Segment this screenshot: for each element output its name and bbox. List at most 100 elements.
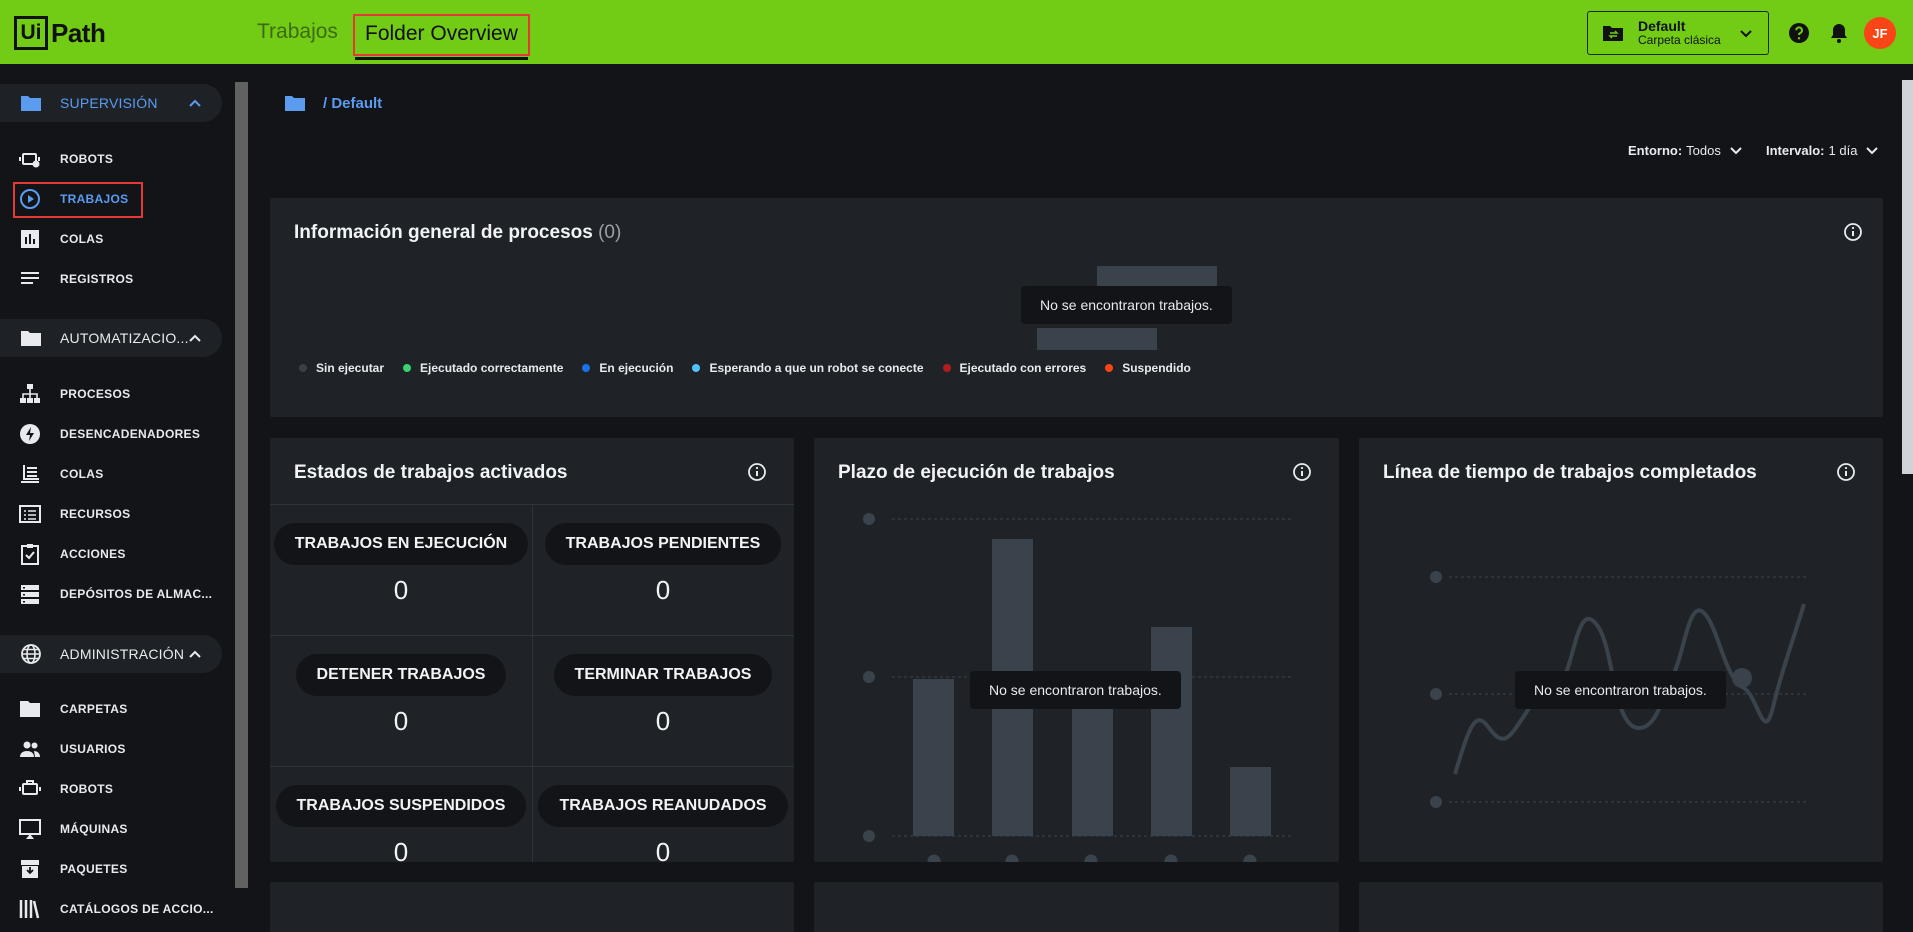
interval-filter[interactable]: Intervalo: 1 día — [1766, 143, 1879, 158]
queue-icon — [21, 465, 39, 483]
robot-icon — [19, 153, 40, 168]
sidebar-item-acciones[interactable]: ACCIONES — [0, 536, 222, 572]
card-partial — [270, 882, 794, 932]
logo-text: Path — [51, 17, 106, 48]
package-icon — [21, 860, 39, 878]
state-cell-resumed[interactable]: TRABAJOS REANUDADOS 0 — [532, 785, 794, 868]
duration-card: Plazo de ejecución de trabajos No se enc… — [814, 438, 1339, 862]
sidebar-item-robots[interactable]: ROBOTS — [0, 141, 222, 177]
uipath-logo[interactable]: Ui Path — [14, 16, 106, 50]
legend-item: Esperando a que un robot se conecte — [692, 361, 924, 375]
state-label: TERMINAR TRABAJOS — [553, 654, 773, 696]
section-administracion[interactable]: ADMINISTRACIÓN — [0, 635, 222, 673]
sidebar-item-usuarios[interactable]: USUARIOS — [0, 731, 222, 767]
timeline-card: Línea de tiempo de trabajos completados … — [1359, 438, 1883, 862]
status-legend: Sin ejecutar Ejecutado correctamente En … — [299, 361, 1210, 375]
sidebar-item-label: REGISTROS — [60, 272, 134, 286]
sidebar-item-robots-admin[interactable]: ROBOTS — [0, 771, 222, 807]
monitor-icon — [19, 819, 41, 839]
tab-trabajos[interactable]: Trabajos — [257, 20, 338, 44]
sidebar-item-label: MÁQUINAS — [60, 822, 128, 836]
empty-state-message: No se encontraron trabajos. — [1021, 286, 1232, 324]
empty-state-message: No se encontraron trabajos. — [970, 671, 1181, 709]
legend-item: Suspendido — [1105, 361, 1191, 375]
users-icon — [20, 741, 40, 757]
sidebar-item-label: DESENCADENADORES — [60, 427, 201, 441]
sidebar-item-paquetes[interactable]: PAQUETES — [0, 851, 222, 887]
sidebar-item-label: DEPÓSITOS DE ALMAC... — [60, 587, 213, 601]
state-value: 0 — [655, 575, 671, 605]
sidebar-item-procesos[interactable]: PROCESOS — [0, 376, 222, 412]
main-content: / Default Entorno: Todos Intervalo: 1 dí… — [250, 64, 1913, 932]
sidebar-item-label: USUARIOS — [60, 742, 126, 756]
sidebar-item-recursos[interactable]: RECURSOS — [0, 496, 222, 532]
state-cell-stop[interactable]: DETENER TRABAJOS 0 — [270, 654, 532, 737]
chevron-down-icon — [1866, 146, 1879, 154]
state-cell-pending[interactable]: TRABAJOS PENDIENTES 0 — [532, 523, 794, 606]
main-scrollbar[interactable] — [1902, 80, 1913, 474]
chevron-up-icon — [189, 99, 201, 107]
folder-switch-icon — [1603, 26, 1623, 41]
sidebar-item-colas[interactable]: COLAS — [0, 221, 222, 257]
job-states-title: Estados de trabajos activados — [294, 462, 568, 483]
sidebar-item-registros[interactable]: REGISTROS — [0, 261, 222, 297]
state-cell-running[interactable]: TRABAJOS EN EJECUCIÓN 0 — [270, 523, 532, 606]
chevron-up-icon — [189, 650, 201, 658]
state-label: DETENER TRABAJOS — [295, 654, 507, 696]
state-value: 0 — [393, 575, 409, 605]
info-icon[interactable] — [1843, 222, 1863, 242]
card-partial — [1359, 882, 1883, 932]
folder-type: Carpeta clásica — [1638, 33, 1721, 47]
sidebar-scrollbar[interactable] — [235, 82, 248, 888]
info-icon[interactable] — [747, 462, 767, 482]
process-overview-card: Información general de procesos (0) No s… — [270, 198, 1883, 417]
state-label: TRABAJOS REANUDADOS — [538, 785, 788, 827]
sidebar-item-desencadenadores[interactable]: DESENCADENADORES — [0, 416, 222, 452]
tab-folder-overview-label: Folder Overview — [365, 22, 518, 45]
sidebar-item-catalogos[interactable]: CATÁLOGOS DE ACCIO... — [0, 891, 222, 927]
list-icon — [21, 272, 39, 284]
folder-icon — [21, 96, 41, 111]
sidebar-item-label: COLAS — [60, 232, 104, 246]
sidebar: SUPERVISIÓN ROBOTS TRABAJOS COLAS REGIST… — [0, 64, 250, 932]
sidebar-item-maquinas[interactable]: MÁQUINAS — [0, 811, 222, 847]
legend-item: Ejecutado correctamente — [403, 361, 563, 375]
state-cell-suspended[interactable]: TRABAJOS SUSPENDIDOS 0 — [270, 785, 532, 868]
sidebar-item-depositos[interactable]: DEPÓSITOS DE ALMAC... — [0, 576, 222, 612]
environment-filter[interactable]: Entorno: Todos — [1628, 143, 1743, 158]
state-cell-terminate[interactable]: TERMINAR TRABAJOS 0 — [532, 654, 794, 737]
placeholder-bar — [1097, 266, 1217, 288]
sidebar-item-label: COLAS — [60, 467, 104, 481]
clipboard-check-icon — [21, 544, 39, 565]
help-icon[interactable] — [1787, 21, 1811, 45]
breadcrumb-folder[interactable]: / Default — [323, 95, 382, 112]
user-avatar[interactable]: JF — [1864, 17, 1896, 49]
bell-icon[interactable] — [1827, 21, 1851, 45]
sidebar-item-label: PROCESOS — [60, 387, 131, 401]
sidebar-item-carpetas[interactable]: CARPETAS — [0, 691, 222, 727]
chevron-up-icon — [189, 334, 201, 342]
tab-folder-overview[interactable]: Folder Overview — [353, 14, 530, 60]
section-supervision[interactable]: SUPERVISIÓN — [0, 84, 222, 122]
card-partial — [814, 882, 1339, 932]
sidebar-item-label: ACCIONES — [60, 547, 126, 561]
folder-icon — [21, 331, 41, 346]
job-states-card: Estados de trabajos activados TRABAJOS E… — [270, 438, 794, 867]
sidebar-item-label: CARPETAS — [60, 702, 128, 716]
state-label: TRABAJOS EN EJECUCIÓN — [273, 523, 529, 565]
folder-picker[interactable]: Default Carpeta clásica — [1587, 11, 1769, 55]
placeholder-line-chart — [1430, 571, 1809, 808]
sidebar-item-colas-auto[interactable]: COLAS — [0, 456, 222, 492]
robot-icon — [19, 780, 41, 795]
logo-box: Ui — [14, 16, 48, 50]
folder-name: Default — [1638, 18, 1686, 34]
bar-chart-icon — [21, 230, 39, 248]
assets-icon — [19, 505, 41, 523]
chevron-down-icon — [1730, 146, 1742, 154]
section-automatizaciones[interactable]: AUTOMATIZACIO... — [0, 319, 222, 357]
folder-icon — [285, 96, 305, 111]
empty-state-message: No se encontraron trabajos. — [1515, 671, 1726, 709]
lightning-icon — [20, 424, 40, 444]
placeholder-bar-chart — [863, 513, 1292, 862]
placeholder-bar — [1037, 328, 1157, 350]
